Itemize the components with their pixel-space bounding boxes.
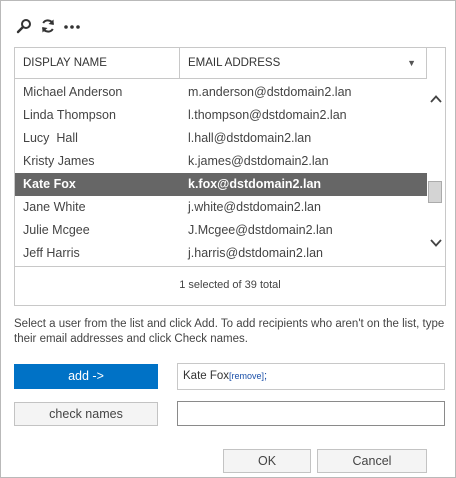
row-display-name: Jane White — [23, 200, 86, 214]
recipients-field[interactable]: Kate Fox[remove]; — [177, 363, 445, 390]
table-row[interactable]: Linda Thompson l.thompson@dstdomain2.lan — [15, 104, 427, 127]
selection-status: 1 selected of 39 total — [15, 266, 445, 306]
table-row-selected[interactable]: Kate Fox k.fox@dstdomain2.lan — [15, 173, 427, 196]
ok-button[interactable]: OK — [223, 449, 311, 473]
row-email: J.Mcgee@dstdomain2.lan — [188, 223, 333, 237]
row-display-name: Kate Fox — [23, 177, 76, 191]
instructions-text: Select a user from the list and click Ad… — [14, 318, 445, 345]
list-rows: Michael Anderson m.anderson@dstdomain2.l… — [15, 81, 427, 265]
select-recipients-dialog: DISPLAY NAME EMAIL ADDRESS ▼ Michael And… — [0, 0, 456, 478]
row-display-name: Jeff Harris — [23, 246, 80, 260]
row-email: j.white@dstdomain2.lan — [188, 200, 321, 214]
table-row[interactable]: Kristy James k.james@dstdomain2.lan — [15, 150, 427, 173]
check-names-button[interactable]: check names — [14, 402, 158, 426]
recipient-name: Kate Fox — [183, 370, 230, 382]
row-display-name: Lucy Hall — [23, 131, 78, 145]
cancel-button[interactable]: Cancel — [317, 449, 427, 473]
table-row[interactable]: Michael Anderson m.anderson@dstdomain2.l… — [15, 81, 427, 104]
check-names-input[interactable] — [177, 401, 445, 426]
sort-dropdown-icon[interactable]: ▼ — [407, 48, 416, 78]
recipient-separator: ; — [264, 370, 268, 382]
scrollbar-thumb[interactable] — [428, 181, 442, 203]
toolbar — [15, 15, 87, 37]
remove-recipient-link[interactable]: [remove] — [229, 371, 264, 381]
row-display-name: Julie Mcgee — [23, 223, 90, 237]
refresh-icon[interactable] — [39, 17, 57, 35]
scroll-up-chevron-icon[interactable] — [429, 92, 443, 106]
list-header: DISPLAY NAME EMAIL ADDRESS ▼ — [15, 48, 427, 79]
table-row[interactable]: Jeff Harris j.harris@dstdomain2.lan — [15, 242, 427, 265]
row-display-name: Michael Anderson — [23, 85, 123, 99]
column-header-display-name[interactable]: DISPLAY NAME — [15, 48, 180, 78]
search-icon[interactable] — [15, 17, 33, 35]
row-email: l.hall@dstdomain2.lan — [188, 131, 312, 145]
scroll-down-chevron-icon[interactable] — [429, 236, 443, 250]
row-display-name: Linda Thompson — [23, 108, 116, 122]
recipient-list: DISPLAY NAME EMAIL ADDRESS ▼ Michael And… — [14, 47, 446, 306]
more-options-icon[interactable] — [63, 17, 81, 35]
table-row[interactable]: Julie Mcgee J.Mcgee@dstdomain2.lan — [15, 219, 427, 242]
column-header-email-label: EMAIL ADDRESS — [188, 57, 281, 69]
row-email: k.james@dstdomain2.lan — [188, 154, 329, 168]
row-email: m.anderson@dstdomain2.lan — [188, 85, 352, 99]
table-row[interactable]: Lucy Hall l.hall@dstdomain2.lan — [15, 127, 427, 150]
row-email: j.harris@dstdomain2.lan — [188, 246, 323, 260]
add-button[interactable]: add -> — [14, 364, 158, 389]
row-display-name: Kristy James — [23, 154, 95, 168]
row-email: l.thompson@dstdomain2.lan — [188, 108, 347, 122]
table-row[interactable]: Jane White j.white@dstdomain2.lan — [15, 196, 427, 219]
column-header-email-address[interactable]: EMAIL ADDRESS ▼ — [180, 48, 427, 78]
row-email: k.fox@dstdomain2.lan — [188, 177, 322, 191]
